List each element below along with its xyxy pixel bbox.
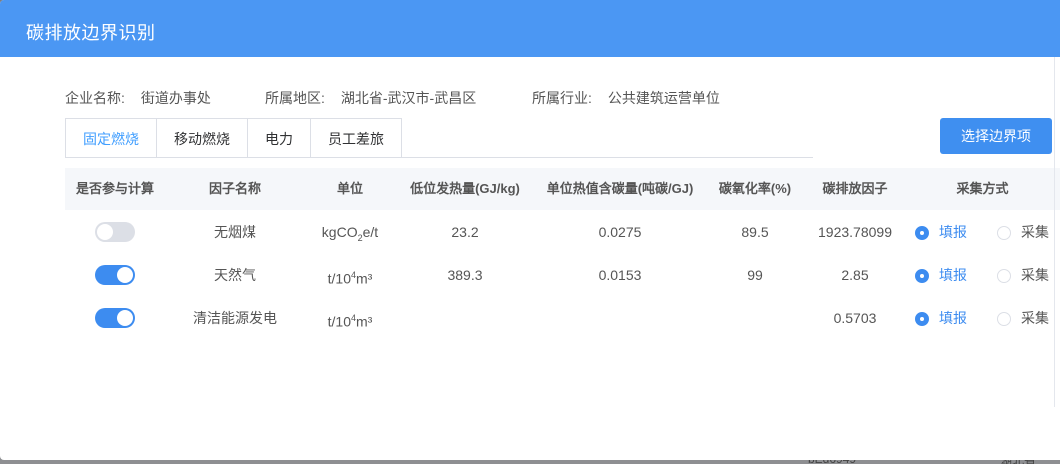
radio-unchecked-icon	[997, 311, 1011, 326]
tab-mobile-combustion[interactable]: 移动燃烧	[157, 119, 248, 158]
column-header: 是否参与计算	[75, 181, 154, 196]
radio-label: 采集	[1021, 224, 1049, 240]
unit-text: m³	[356, 313, 373, 330]
emission-factor: 1923.78099	[818, 224, 892, 240]
factor-name: 天然气	[214, 267, 256, 283]
unit-text: m³	[356, 270, 373, 287]
dialog-title: 碳排放边界识别	[26, 23, 156, 43]
radio-checked-icon	[915, 225, 929, 240]
toggle-knob	[117, 310, 133, 326]
method-fill-radio[interactable]: 填报	[915, 297, 967, 340]
column-header: 单位	[336, 181, 363, 196]
radio-label: 填报	[939, 267, 967, 283]
radio-checked-icon	[915, 311, 929, 326]
oxidation-rate: 99	[747, 267, 763, 283]
emission-factor: 0.5703	[833, 310, 877, 326]
region-info: 所属地区: 湖北省-武汉市-武昌区	[265, 88, 476, 108]
unit-text: t/10	[327, 270, 351, 287]
tab-business-travel[interactable]: 员工差旅	[311, 119, 401, 158]
table-header: 是否参与计算 因子名称 单位 低位发热量(GJ/kg) 单位热值含碳量(吨碳/G…	[65, 168, 1060, 210]
radio-unchecked-icon	[997, 268, 1011, 283]
oxidation-rate	[705, 297, 805, 340]
method-fill-radio[interactable]: 填报	[915, 254, 967, 297]
category-tabs: 固定燃烧 移动燃烧 电力 员工差旅	[65, 118, 402, 158]
company-value: 街道办事处	[140, 90, 211, 106]
factor-unit: t/104m³	[300, 297, 400, 340]
table-row: 清洁能源发电 t/104m³ 0.5703 填报 采集	[65, 297, 1060, 340]
table-row: 天然气 t/104m³ 389.3 0.0153 99 2.85 填报 采集	[65, 254, 1060, 297]
radio-label: 填报	[939, 224, 967, 240]
low-heat-value	[395, 297, 535, 340]
dialog-scroll-edge	[1054, 57, 1060, 407]
region-value: 湖北省-武汉市-武昌区	[340, 90, 477, 106]
table-row: 无烟煤 kgCO2e/t 23.2 0.0275 89.5 1923.78099…	[65, 211, 1060, 254]
participate-toggle[interactable]	[95, 265, 135, 285]
oxidation-rate: 89.5	[741, 224, 769, 240]
factor-name: 无烟煤	[214, 224, 256, 240]
column-header: 碳氧化率(%)	[718, 181, 792, 196]
method-collect-radio[interactable]: 采集	[997, 211, 1049, 254]
toggle-knob	[97, 224, 113, 240]
emission-factor: 2.85	[841, 267, 869, 283]
radio-label: 采集	[1021, 310, 1049, 326]
method-fill-radio[interactable]: 填报	[915, 211, 967, 254]
method-collect-radio[interactable]: 采集	[997, 254, 1049, 297]
dialog-header: 碳排放边界识别	[0, 0, 1060, 57]
unit-text: e/t	[362, 224, 379, 240]
low-heat-value: 23.2	[451, 224, 479, 240]
unit-text: kgCO	[321, 224, 358, 240]
company-label: 企业名称:	[65, 90, 125, 106]
method-collect-radio[interactable]: 采集	[997, 297, 1049, 340]
column-header: 碳排放因子	[822, 181, 888, 196]
factor-name: 清洁能源发电	[193, 310, 277, 326]
radio-checked-icon	[915, 268, 929, 283]
radio-label: 采集	[1021, 267, 1049, 283]
participate-toggle[interactable]	[95, 308, 135, 328]
unit-text: t/10	[327, 313, 351, 330]
factor-unit: kgCO2e/t	[300, 211, 400, 254]
radio-unchecked-icon	[997, 225, 1011, 240]
toggle-knob	[117, 267, 133, 283]
low-heat-value: 389.3	[447, 267, 483, 283]
column-header: 低位发热量(GJ/kg)	[410, 181, 520, 196]
tabs-divider	[65, 157, 813, 158]
radio-label: 填报	[939, 310, 967, 326]
carbon-content: 0.0275	[598, 224, 642, 240]
region-label: 所属地区:	[265, 90, 325, 106]
column-header: 因子名称	[208, 181, 261, 196]
tab-electricity[interactable]: 电力	[248, 119, 311, 158]
carbon-content: 0.0153	[598, 267, 642, 283]
select-boundary-button[interactable]: 选择边界项	[940, 118, 1052, 154]
industry-label: 所属行业:	[532, 90, 592, 106]
factor-unit: t/104m³	[300, 254, 400, 297]
column-header: 采集方式	[956, 181, 1009, 196]
participate-toggle[interactable]	[95, 222, 135, 242]
company-info: 企业名称: 街道办事处	[65, 88, 211, 108]
column-header: 单位热值含碳量(吨碳/GJ)	[546, 181, 694, 196]
carbon-boundary-dialog: 碳排放边界识别 企业名称: 街道办事处 所属地区: 湖北省-武汉市-武昌区 所属行业…	[0, 0, 1060, 460]
industry-info: 所属行业: 公共建筑运营单位	[532, 88, 720, 108]
carbon-content	[535, 297, 705, 340]
tab-fixed-combustion[interactable]: 固定燃烧	[66, 119, 157, 158]
industry-value: 公共建筑运营单位	[607, 90, 720, 106]
